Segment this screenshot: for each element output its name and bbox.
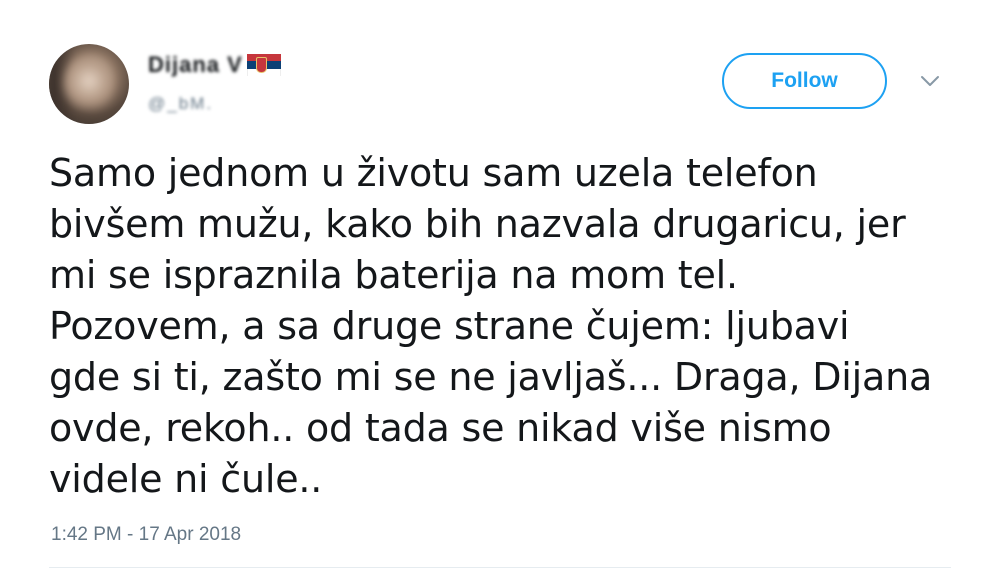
- tweet-timestamp[interactable]: 1:42 PM - 17 Apr 2018: [51, 524, 241, 546]
- follow-button[interactable]: Follow: [722, 53, 887, 109]
- serbia-flag-icon: [246, 54, 281, 76]
- display-name[interactable]: Dijana V: [148, 52, 243, 78]
- user-info: Dijana V @_bM.: [148, 52, 281, 114]
- chevron-down-icon[interactable]: [918, 72, 942, 90]
- user-handle[interactable]: @_bM.: [148, 94, 281, 114]
- display-name-row[interactable]: Dijana V: [148, 52, 281, 78]
- avatar[interactable]: [49, 44, 129, 124]
- divider: [49, 567, 951, 568]
- tweet-card: Dijana V @_bM. Follow Samo jednom u živo…: [0, 0, 1000, 571]
- tweet-text: Samo jednom u životu sam uzela telefon b…: [49, 151, 933, 501]
